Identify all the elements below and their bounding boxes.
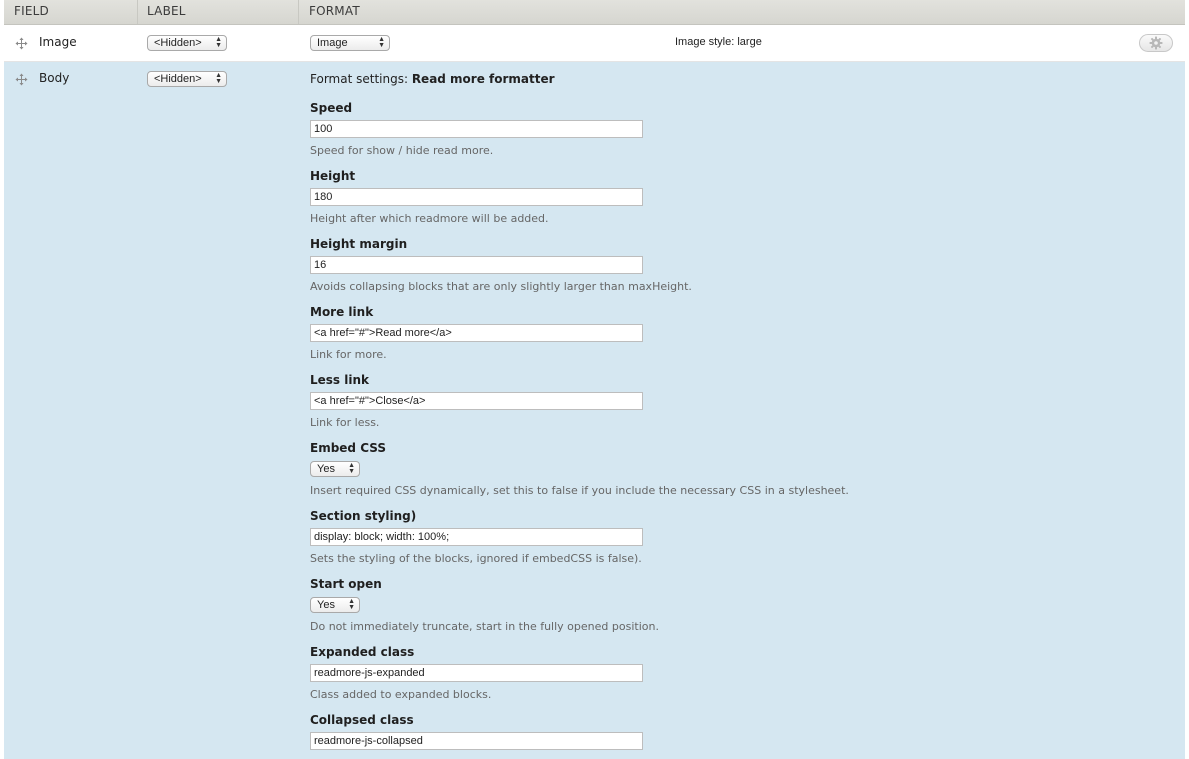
header-divider — [137, 0, 138, 24]
format-settings-prefix: Format settings: — [310, 72, 412, 86]
start-open-description: Do not immediately truncate, start in th… — [310, 620, 659, 633]
format-settings-button[interactable] — [1139, 34, 1173, 52]
expanded-class-label: Expanded class — [310, 645, 415, 659]
select-value: Yes — [317, 599, 335, 611]
field-name-body: Body — [39, 71, 70, 85]
gear-icon — [1149, 36, 1163, 50]
collapsed-class-label: Collapsed class — [310, 713, 414, 727]
select-value: <Hidden> — [154, 73, 202, 85]
collapsed-class-input[interactable]: readmore-js-collapsed — [310, 732, 643, 750]
embed-css-label: Embed CSS — [310, 441, 386, 455]
expanded-class-input[interactable]: readmore-js-expanded — [310, 664, 643, 682]
less-link-description: Link for less. — [310, 416, 380, 429]
less-link-label: Less link — [310, 373, 369, 387]
header-divider — [298, 0, 299, 24]
less-link-input[interactable]: <a href="#">Close</a> — [310, 392, 643, 410]
up-down-arrows-icon: ▲ ▼ — [378, 36, 385, 49]
height-description: Height after which readmore will be adde… — [310, 212, 549, 225]
move-handle-icon[interactable] — [15, 37, 28, 50]
header-field: FIELD — [14, 4, 49, 18]
up-down-arrows-icon: ▲ ▼ — [348, 598, 355, 611]
speed-label: Speed — [310, 101, 353, 115]
embed-css-description: Insert required CSS dynamically, set thi… — [310, 484, 849, 497]
image-format-select[interactable]: Image ▲ ▼ — [310, 35, 390, 51]
image-label-select[interactable]: <Hidden> ▲ ▼ — [147, 35, 227, 51]
height-label: Height — [310, 169, 356, 183]
header-label: LABEL — [147, 4, 186, 18]
body-label-select[interactable]: <Hidden> ▲ ▼ — [147, 71, 227, 87]
more-link-label: More link — [310, 305, 374, 319]
up-down-arrows-icon: ▲ ▼ — [215, 36, 222, 49]
formatter-name: Read more formatter — [411, 72, 555, 86]
up-down-arrows-icon: ▲ ▼ — [348, 462, 355, 475]
image-style-summary: Image style: large — [675, 36, 762, 48]
expanded-class-description: Class added to expanded blocks. — [310, 688, 492, 701]
up-down-arrows-icon: ▲ ▼ — [215, 72, 222, 85]
more-link-input[interactable]: <a href="#">Read more</a> — [310, 324, 643, 342]
height-margin-label: Height margin — [310, 237, 408, 251]
height-margin-input[interactable]: 16 — [310, 256, 643, 274]
field-name-image: Image — [39, 35, 77, 49]
speed-description: Speed for show / hide read more. — [310, 144, 494, 157]
section-styling-description: Sets the styling of the blocks, ignored … — [310, 552, 642, 565]
section-styling-input[interactable]: display: block; width: 100%; — [310, 528, 643, 546]
start-open-select[interactable]: Yes ▲ ▼ — [310, 597, 360, 613]
table-header: FIELD LABEL FORMAT — [4, 0, 1185, 25]
table-row-body — [4, 62, 1185, 759]
height-margin-description: Avoids collapsing blocks that are only s… — [310, 280, 692, 293]
select-value: <Hidden> — [154, 37, 202, 49]
select-value: Image — [317, 37, 348, 49]
field-display-table: FIELD LABEL FORMAT Image <Hidden> ▲ ▼ Ima… — [4, 0, 1185, 759]
more-link-description: Link for more. — [310, 348, 387, 361]
header-format: FORMAT — [309, 4, 360, 18]
height-input[interactable]: 180 — [310, 188, 643, 206]
select-value: Yes — [317, 463, 335, 475]
embed-css-select[interactable]: Yes ▲ ▼ — [310, 461, 360, 477]
speed-input[interactable]: 100 — [310, 120, 643, 138]
start-open-label: Start open — [310, 577, 382, 591]
move-handle-icon[interactable] — [15, 73, 28, 86]
section-styling-label: Section styling) — [310, 509, 417, 523]
format-settings-title: Format settings: Read more formatter — [310, 72, 555, 86]
